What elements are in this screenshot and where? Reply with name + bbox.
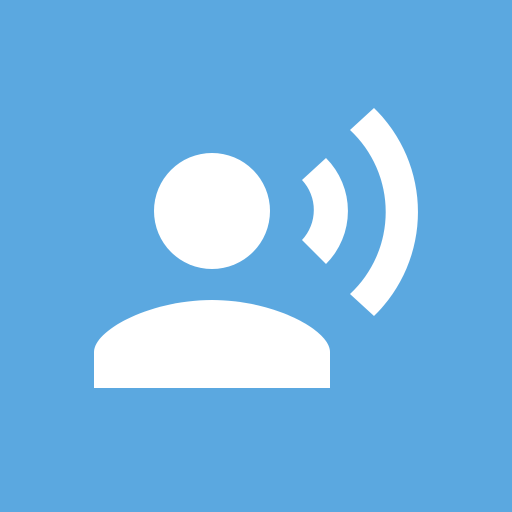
person-body-icon [94, 300, 330, 388]
signal-wave-inner-icon [302, 158, 348, 264]
person-head-icon [154, 153, 270, 269]
voice-broadcast-icon [94, 108, 418, 388]
signal-wave-outer-icon [350, 108, 418, 316]
app-icon[interactable] [0, 0, 512, 512]
